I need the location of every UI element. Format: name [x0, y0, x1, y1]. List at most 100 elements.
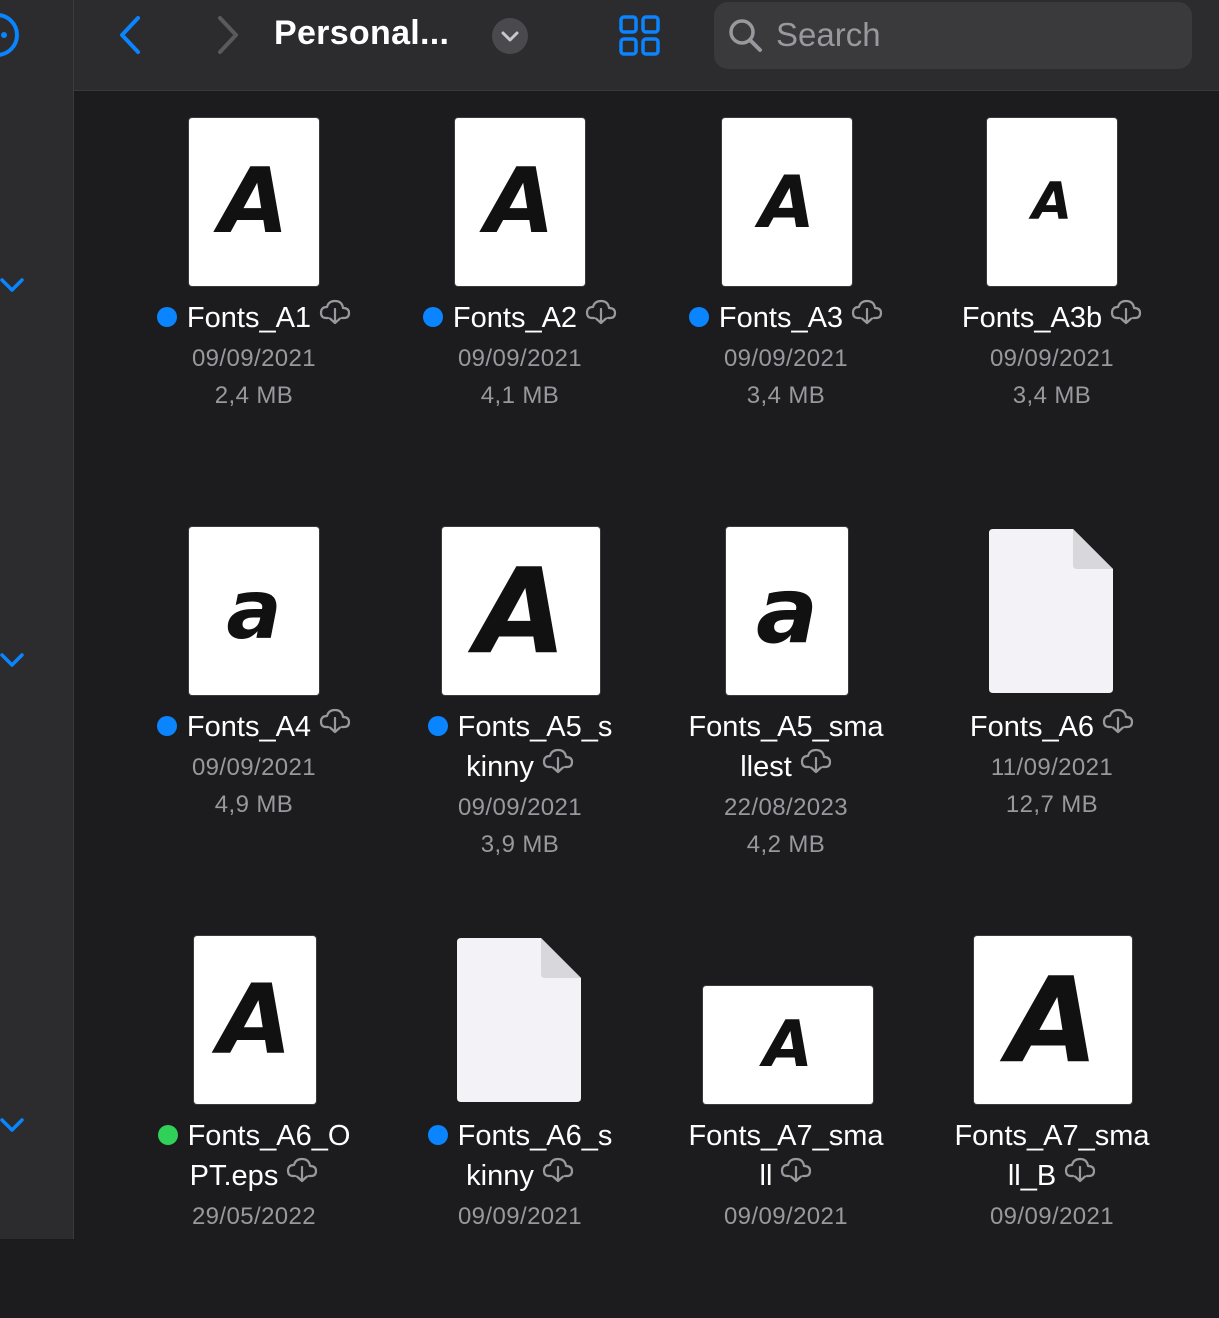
file-item[interactable]: A Fonts_A7_sma ll_B 09/09/2021 [919, 909, 1185, 1318]
thumbnail-glyph: A [759, 160, 815, 244]
file-thumbnail: A [442, 527, 600, 695]
file-name: Fonts_A3 [653, 298, 919, 339]
file-name: kinny [387, 747, 653, 788]
cloud-download-icon[interactable] [585, 296, 617, 336]
file-item[interactable]: A Fonts_A6_O PT.eps 29/05/2022 [121, 909, 387, 1318]
file-name-text: Fonts_A3 [718, 302, 844, 334]
file-item[interactable]: A Fonts_A3 09/09/2021 3,4 MB [653, 91, 919, 500]
file-name: ll_B [919, 1156, 1185, 1197]
chevron-down-icon [501, 31, 519, 42]
file-item[interactable]: a Fonts_A4 09/09/2021 4,9 MB [121, 500, 387, 909]
file-name-text: kinny [466, 1160, 534, 1192]
file-date: 09/09/2021 [723, 345, 849, 372]
file-thumbnail: A [194, 936, 316, 1104]
file-name: Fonts_A1 [121, 298, 387, 339]
tag-dot-icon [156, 716, 177, 737]
cloud-download-icon[interactable] [1110, 296, 1142, 336]
file-date: 09/09/2021 [191, 754, 317, 781]
file-size: 3,4 MB [746, 382, 826, 409]
more-icon[interactable] [0, 10, 22, 65]
sidebar [0, 0, 74, 1239]
search-input[interactable] [776, 12, 1176, 58]
file-name-text: Fonts_A3b [961, 302, 1103, 334]
file-thumbnail: A [974, 936, 1132, 1104]
file-thumbnail: A [455, 118, 585, 286]
file-name: Fonts_A6_O [121, 1116, 387, 1156]
file-name-text: Fonts_A7_sma [954, 1120, 1150, 1152]
file-thumbnail: a [726, 527, 848, 695]
file-date: 09/09/2021 [989, 1203, 1115, 1230]
file-thumbnail: A [189, 118, 319, 286]
file-size: 3,9 MB [480, 831, 560, 858]
cloud-download-icon[interactable] [542, 745, 574, 785]
file-name-text: Fonts_A1 [186, 302, 312, 334]
file-size: 4,9 MB [214, 791, 294, 818]
tag-dot-icon [156, 307, 177, 328]
cloud-download-icon[interactable] [851, 296, 883, 336]
file-thumbnail: A [722, 118, 852, 286]
file-size: 4,1 MB [480, 382, 560, 409]
file-item[interactable]: A Fonts_A7_sma ll 09/09/2021 [653, 909, 919, 1318]
file-size: 12,7 MB [1005, 791, 1099, 818]
cloud-download-icon[interactable] [319, 296, 351, 336]
file-size: 2,4 MB [214, 382, 294, 409]
file-name-text: Fonts_A6 [969, 711, 1095, 743]
folder-title[interactable]: Personal... [274, 14, 449, 53]
file-thumbnail: A [987, 118, 1117, 286]
chevron-right-icon [218, 16, 238, 54]
file-item[interactable]: Fonts_A6_skinny 09/09/2021 [387, 909, 653, 1318]
thumbnail-glyph: A [219, 149, 289, 254]
file-date: 22/08/2023 [723, 794, 849, 821]
cloud-download-icon[interactable] [1064, 1154, 1096, 1194]
file-name: PT.eps [121, 1156, 387, 1197]
cloud-download-icon[interactable] [319, 705, 351, 745]
thumbnail-glyph: A [475, 542, 567, 680]
file-thumbnail: A [703, 986, 873, 1104]
tag-dot-icon [157, 1125, 178, 1146]
file-name-text: ll [759, 1160, 773, 1192]
file-item[interactable]: A Fonts_A5_s kinny 09/09/2021 3,9 MB [387, 500, 653, 909]
chevron-down-icon[interactable] [0, 1110, 28, 1145]
file-name-text: Fonts_A6_O [187, 1120, 351, 1152]
file-date: 09/09/2021 [457, 1203, 583, 1230]
file-name: Fonts_A7_sma [919, 1116, 1185, 1156]
file-name-text: Fonts_A5_s [457, 711, 613, 743]
file-name: Fonts_A3b [919, 298, 1185, 339]
file-name-text: Fonts_A5_sma [688, 711, 884, 743]
file-name: Fonts_A5_s [387, 707, 653, 747]
chevron-down-icon[interactable] [0, 270, 28, 305]
chevron-down-icon[interactable] [0, 645, 28, 680]
file-name: ll [653, 1156, 919, 1197]
back-button[interactable] [112, 10, 152, 65]
cloud-download-icon[interactable] [780, 1154, 812, 1194]
title-menu-button[interactable] [492, 18, 528, 54]
file-item[interactable]: A Fonts_A3b 09/09/2021 3,4 MB [919, 91, 1185, 500]
file-name: llest [653, 747, 919, 788]
file-item[interactable]: A Fonts_A2 09/09/2021 4,1 MB [387, 91, 653, 500]
thumbnail-glyph: A [485, 149, 555, 254]
file-name-text: PT.eps [189, 1160, 279, 1192]
cloud-download-icon[interactable] [542, 1154, 574, 1194]
tag-dot-icon [427, 716, 448, 737]
file-name-text: Fonts_A6_s [457, 1120, 613, 1152]
file-name-text: ll_B [1007, 1160, 1057, 1192]
file-date: 29/05/2022 [191, 1203, 317, 1230]
cloud-download-icon[interactable] [286, 1154, 318, 1194]
tag-dot-icon [688, 307, 709, 328]
cloud-download-icon[interactable] [800, 745, 832, 785]
file-size: 4,2 MB [746, 831, 826, 858]
document-icon [455, 936, 583, 1109]
search-field[interactable] [714, 2, 1192, 69]
file-name: Fonts_A2 [387, 298, 653, 339]
tag-dot-icon [427, 1125, 448, 1146]
file-name-text: Fonts_A2 [452, 302, 578, 334]
file-name: Fonts_A6_s [387, 1116, 653, 1156]
view-mode-button[interactable] [618, 14, 662, 63]
file-item[interactable]: A Fonts_A1 09/09/2021 2,4 MB [121, 91, 387, 500]
thumbnail-glyph: A [1007, 951, 1099, 1089]
file-item[interactable]: a Fonts_A5_smallest 22/08/2023 4,2 MB [653, 500, 919, 909]
file-item[interactable]: Fonts_A6 11/09/2021 12,7 MB [919, 500, 1185, 909]
forward-button[interactable] [208, 10, 248, 65]
cloud-download-icon[interactable] [1102, 705, 1134, 745]
thumbnail-glyph: a [226, 563, 282, 658]
